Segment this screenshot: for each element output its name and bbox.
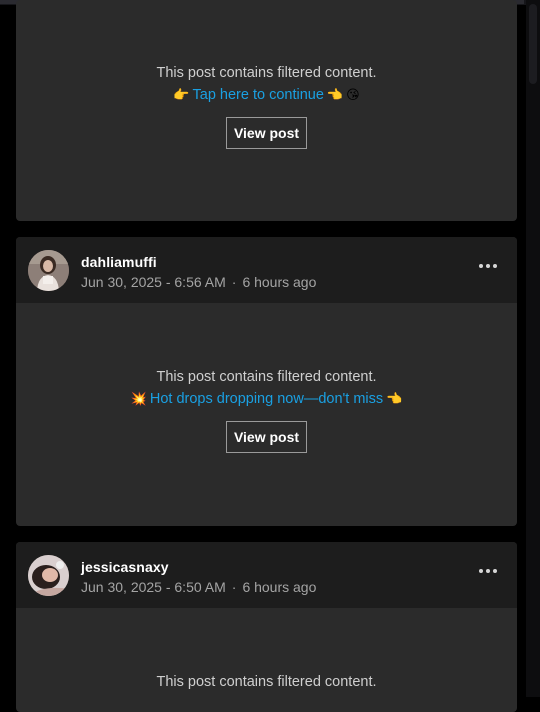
pointing-left-icon: 👈 bbox=[386, 391, 403, 406]
continue-link[interactable]: Tap here to continue bbox=[193, 87, 324, 103]
winking-face-icon: 😘 bbox=[346, 87, 360, 102]
pointing-right-icon: 👉 bbox=[173, 87, 190, 102]
view-post-button[interactable]: View post bbox=[225, 117, 308, 149]
username[interactable]: dahliamuffi bbox=[81, 254, 157, 270]
filtered-link-row: 👉 Tap here to continue 👈 😘 bbox=[16, 84, 517, 106]
filtered-notice: This post contains filtered content. bbox=[156, 674, 377, 690]
post-meta: Jun 30, 2025 - 6:56 AM · 6 hours ago bbox=[81, 274, 316, 290]
more-options-icon[interactable] bbox=[479, 263, 497, 269]
separator-dot: · bbox=[231, 579, 237, 595]
post-card: jessicasnaxy Jun 30, 2025 - 6:50 AM · 6 ho… bbox=[16, 542, 517, 712]
post-header: jessicasnaxy Jun 30, 2025 - 6:50 AM · 6 ho… bbox=[16, 542, 517, 608]
filtered-content: This post contains filtered content. 💥 Ho… bbox=[16, 303, 517, 453]
relative-time: 6 hours ago bbox=[242, 274, 317, 290]
post-meta: Jun 30, 2025 - 6:50 AM · 6 hours ago bbox=[81, 579, 316, 595]
post-card: This post contains filtered content. 👉 Ta… bbox=[16, 0, 517, 221]
relative-time: 6 hours ago bbox=[242, 579, 317, 595]
post-header: dahliamuffi Jun 30, 2025 - 6:56 AM · 6 hou… bbox=[16, 237, 517, 303]
username[interactable]: jessicasnaxy bbox=[81, 559, 169, 575]
collision-icon: 💥 bbox=[130, 391, 147, 406]
scrollbar-thumb[interactable] bbox=[529, 4, 537, 84]
scrollbar[interactable] bbox=[526, 0, 540, 697]
view-post-button[interactable]: View post bbox=[225, 421, 308, 453]
post-card: dahliamuffi Jun 30, 2025 - 6:56 AM · 6 hou… bbox=[16, 237, 517, 526]
post-date: Jun 30, 2025 - 6:50 AM bbox=[81, 579, 226, 595]
avatar[interactable] bbox=[28, 555, 69, 596]
pointing-left-icon: 👈 bbox=[326, 87, 344, 102]
post-date: Jun 30, 2025 - 6:56 AM bbox=[81, 274, 226, 290]
filtered-notice: This post contains filtered content. bbox=[156, 65, 377, 81]
more-options-icon[interactable] bbox=[479, 568, 497, 574]
avatar[interactable] bbox=[28, 250, 69, 291]
filtered-link-row: 💥 Hot drops dropping now—don't miss 👈 bbox=[16, 388, 517, 410]
filtered-notice: This post contains filtered content. bbox=[156, 369, 377, 385]
filtered-content: This post contains filtered content. 👉 Ta… bbox=[16, 0, 517, 149]
filtered-content: This post contains filtered content. bbox=[16, 608, 517, 693]
separator-dot: · bbox=[231, 274, 237, 290]
promo-link[interactable]: Hot drops dropping now—don't miss bbox=[150, 391, 383, 407]
